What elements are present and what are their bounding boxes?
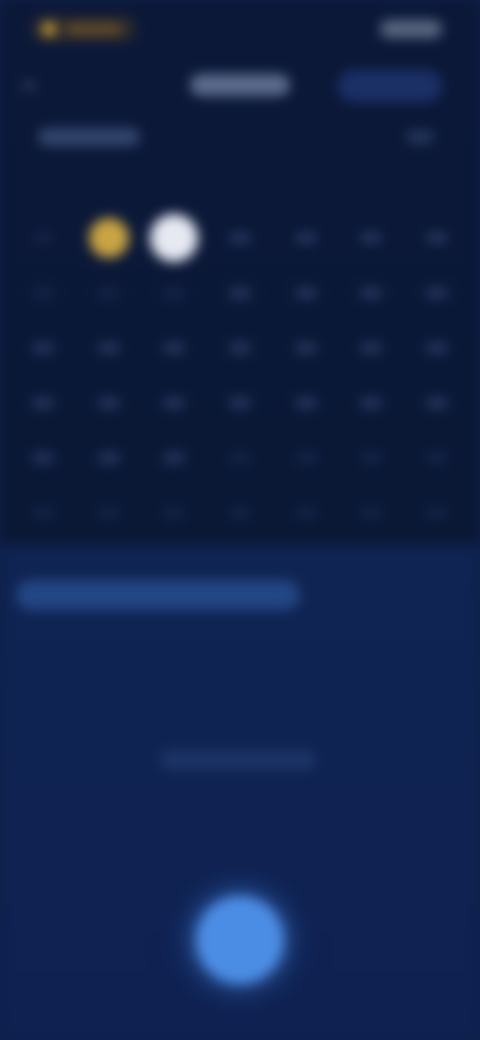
calendar-day-today[interactable] — [76, 217, 142, 258]
progress-bar — [16, 580, 300, 610]
calendar-day[interactable] — [273, 507, 339, 518]
calendar-day[interactable] — [339, 452, 405, 463]
add-button[interactable] — [196, 896, 284, 984]
calendar-day[interactable] — [207, 507, 273, 518]
calendar-day[interactable] — [339, 342, 405, 353]
page-title — [190, 74, 290, 96]
status-pill-icon — [42, 22, 56, 36]
calendar-day[interactable] — [141, 397, 207, 408]
calendar-week — [10, 320, 470, 375]
calendar-grid — [10, 210, 470, 540]
calendar-day[interactable] — [10, 397, 76, 408]
calendar-week — [10, 265, 470, 320]
calendar-day[interactable] — [10, 287, 76, 298]
calendar-day[interactable] — [10, 232, 76, 243]
calendar-day[interactable] — [404, 507, 470, 518]
calendar-day[interactable] — [76, 397, 142, 408]
calendar-week — [10, 430, 470, 485]
calendar-day[interactable] — [404, 452, 470, 463]
calendar-day[interactable] — [339, 397, 405, 408]
app-screen — [0, 0, 480, 1040]
calendar-day[interactable] — [339, 232, 405, 243]
calendar-day[interactable] — [404, 287, 470, 298]
month-toggle[interactable] — [406, 130, 434, 144]
calendar-day[interactable] — [339, 287, 405, 298]
calendar-day[interactable] — [273, 287, 339, 298]
status-pill — [32, 16, 136, 42]
calendar-day[interactable] — [273, 342, 339, 353]
status-pill-text — [66, 25, 122, 33]
calendar-week — [10, 210, 470, 265]
back-arrow-icon[interactable] — [22, 82, 36, 90]
calendar-day[interactable] — [10, 342, 76, 353]
calendar-day[interactable] — [207, 287, 273, 298]
calendar-day[interactable] — [141, 287, 207, 298]
calendar-day[interactable] — [76, 452, 142, 463]
calendar-day[interactable] — [404, 232, 470, 243]
calendar-day[interactable] — [10, 507, 76, 518]
calendar-day[interactable] — [207, 452, 273, 463]
calendar-day[interactable] — [141, 452, 207, 463]
calendar-day[interactable] — [273, 232, 339, 243]
calendar-day[interactable] — [404, 342, 470, 353]
empty-state-text — [160, 750, 316, 770]
calendar-day[interactable] — [207, 232, 273, 243]
action-pill-button[interactable] — [338, 70, 442, 102]
calendar-day[interactable] — [141, 507, 207, 518]
calendar-day[interactable] — [10, 452, 76, 463]
calendar-day[interactable] — [76, 287, 142, 298]
calendar-day[interactable] — [76, 342, 142, 353]
month-label — [38, 128, 140, 146]
calendar-day[interactable] — [207, 397, 273, 408]
calendar-day-selected[interactable] — [141, 213, 207, 262]
calendar-day[interactable] — [76, 507, 142, 518]
calendar-day[interactable] — [273, 397, 339, 408]
calendar-day[interactable] — [207, 342, 273, 353]
calendar-day[interactable] — [273, 452, 339, 463]
calendar-week — [10, 485, 470, 540]
calendar-week — [10, 375, 470, 430]
calendar-day[interactable] — [404, 397, 470, 408]
calendar-day[interactable] — [339, 507, 405, 518]
calendar-day[interactable] — [141, 342, 207, 353]
status-indicator-icon — [380, 20, 442, 38]
